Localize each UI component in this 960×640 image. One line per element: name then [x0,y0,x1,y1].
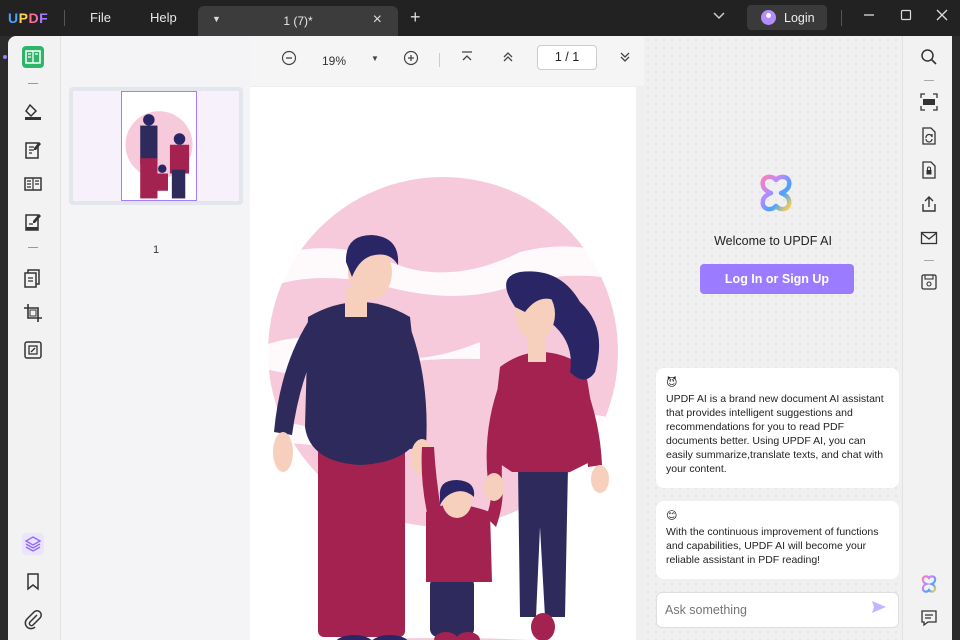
menu-file[interactable]: File [90,10,111,25]
ai-message: 😊 With the continuous improvement of fun… [656,501,899,579]
user-avatar-icon [761,10,776,25]
edit-pdf-icon[interactable] [22,139,44,161]
email-icon[interactable] [920,229,938,247]
document-tab-title: 1 (7)* [283,14,313,28]
divider [64,10,65,26]
organize-pages-icon[interactable] [22,267,44,289]
chevron-down-icon[interactable] [712,8,726,24]
title-bar: UPDF File Help ▼ 1 (7)* × + Login [0,0,960,36]
close-icon[interactable]: × [373,11,382,29]
minimize-icon[interactable] [862,8,876,25]
divider [28,83,38,84]
divider [924,260,934,261]
window-close-icon[interactable] [935,8,949,25]
pdf-page[interactable] [250,87,636,640]
bookmark-icon[interactable] [22,570,44,592]
comment-list-icon[interactable] [920,609,938,627]
login-label: Login [784,11,815,25]
divider [841,10,842,26]
search-icon[interactable] [920,48,938,66]
zoom-in-icon[interactable] [403,50,419,69]
ask-input[interactable] [656,592,899,628]
send-icon[interactable] [871,600,887,617]
thumbnail-page[interactable] [121,91,197,201]
share-icon[interactable] [920,195,938,213]
zoom-out-icon[interactable] [281,50,297,69]
form-edit-icon[interactable] [22,211,44,233]
page-thumbnail[interactable] [69,87,243,205]
menu-help[interactable]: Help [150,10,177,25]
thumbnail-page-number: 1 [152,244,160,256]
page-number-input[interactable]: 1 / 1 [537,45,597,70]
maximize-icon[interactable] [899,8,913,25]
divider [28,247,38,248]
document-tab[interactable]: ▼ 1 (7)* × [198,6,398,36]
zoom-dropdown-icon[interactable]: ▼ [371,54,379,63]
current-page: 1 [554,50,562,64]
updf-ai-icon[interactable] [920,575,938,593]
tools-icon[interactable] [22,339,44,361]
ai-message-text: UPDF AI is a brand new document AI assis… [666,393,884,475]
attachment-icon[interactable] [22,608,44,630]
total-pages: 1 [572,50,580,64]
page-layout-icon[interactable] [22,173,44,195]
ocr-icon[interactable] [920,93,938,111]
thumbnail-background [73,91,239,201]
ai-message: 😈 UPDF AI is a brand new document AI ass… [656,368,899,488]
layers-icon[interactable] [22,533,44,555]
first-page-icon[interactable] [460,50,474,67]
status-dot [3,55,7,59]
zoom-level[interactable]: 19% [322,54,346,68]
document-viewer: 19% ▼ 1 / 1 [250,36,644,640]
divider [924,80,934,81]
convert-pdf-icon[interactable] [920,127,938,145]
previous-page-icon[interactable] [501,50,515,67]
thumbnail-panel: 1 [60,36,250,640]
next-page-icon[interactable] [618,50,632,67]
reader-mode-icon[interactable] [22,46,44,68]
smile-emoji-icon: 😊 [666,510,678,522]
login-signup-button[interactable]: Log In or Sign Up [700,264,854,294]
right-tool-rail [902,36,952,640]
viewer-toolbar: 19% ▼ 1 / 1 [250,36,644,86]
ai-message-text: With the continuous improvement of funct… [666,526,879,566]
save-icon[interactable] [920,273,938,291]
page-separator: / [565,50,569,64]
new-tab-plus-icon[interactable]: + [410,7,421,28]
comment-highlighter-icon[interactable] [22,101,44,123]
updf-ai-logo-icon [757,174,795,212]
ai-welcome-text: Welcome to UPDF AI [714,234,832,248]
left-tool-rail [8,36,60,640]
window-edge [952,36,960,640]
devil-emoji-icon: 😈 [666,377,678,389]
app-logo: UPDF [8,10,49,26]
divider [439,53,440,67]
ai-assistant-panel: Welcome to UPDF AI Log In or Sign Up 😈 U… [644,36,902,640]
protect-pdf-icon[interactable] [920,161,938,179]
crop-icon[interactable] [22,302,44,324]
family-illustration [250,177,630,640]
login-button[interactable]: Login [747,5,827,30]
